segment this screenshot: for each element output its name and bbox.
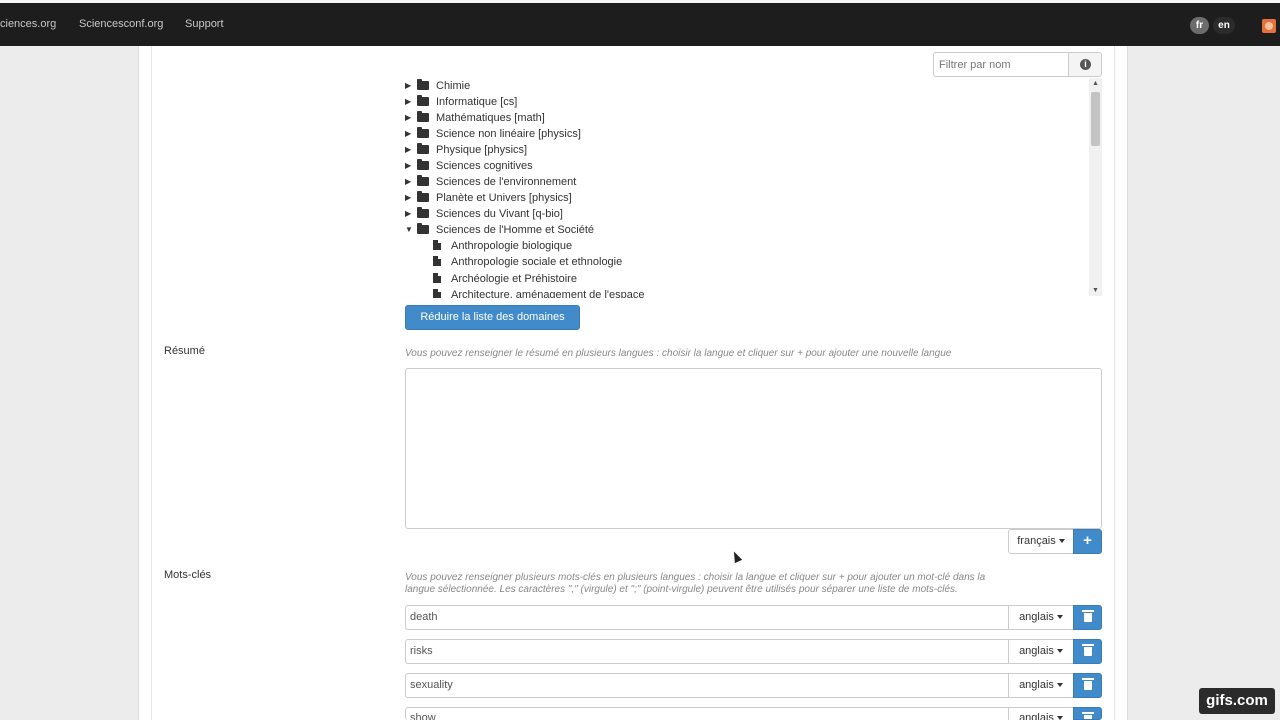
caret-right-icon[interactable]: ▶: [405, 158, 413, 174]
info-circle-icon: i: [1080, 59, 1091, 70]
scroll-down-icon[interactable]: ▼: [1092, 287, 1099, 294]
keyword-input[interactable]: death: [405, 605, 1009, 630]
tree-item-label: Planète et Univers [physics]: [436, 192, 572, 204]
caret-right-icon[interactable]: ▶: [405, 174, 413, 190]
delete-keyword-button[interactable]: [1073, 639, 1102, 664]
trash-icon: [1082, 678, 1094, 690]
trash-icon: [1082, 610, 1094, 622]
caret-down-icon: [1056, 615, 1063, 620]
caret-right-icon[interactable]: ▶: [405, 94, 413, 110]
tree-item-label: Anthropologie sociale et ethnologie: [451, 256, 623, 268]
caret-down-icon: [1056, 716, 1063, 720]
caret-right-icon[interactable]: ▶: [405, 110, 413, 126]
folder-open-icon: [417, 223, 429, 234]
caret-right-icon[interactable]: ▶: [405, 78, 413, 94]
panel-border-left: [151, 46, 152, 720]
keywords-help-line1: Vous pouvez renseigner plusieurs mots-cl…: [405, 572, 986, 583]
keyword-language-value: anglais: [1019, 712, 1054, 720]
caret-right-icon[interactable]: ▶: [405, 142, 413, 158]
file-icon: [433, 289, 441, 298]
resume-language-value: français: [1017, 535, 1056, 547]
file-icon: [433, 273, 441, 283]
caret-down-icon[interactable]: ▼: [405, 222, 413, 238]
folder-icon: [417, 143, 429, 154]
resume-label: Résumé: [164, 345, 205, 357]
tree-scrollbar[interactable]: ▲ ▼: [1089, 78, 1102, 296]
keyword-input[interactable]: sexuality: [405, 673, 1009, 698]
tree-item-label: Science non linéaire [physics]: [436, 128, 581, 140]
caret-right-icon[interactable]: ▶: [405, 190, 413, 206]
tree-item-label: Sciences du Vivant [q-bio]: [436, 208, 563, 220]
scroll-up-icon[interactable]: ▲: [1092, 80, 1099, 87]
panel-border-right: [1114, 46, 1115, 720]
tree-item-label: Physique [physics]: [436, 144, 528, 156]
caret-down-icon: [1058, 539, 1065, 544]
tree-item-label: Mathématiques [math]: [436, 112, 545, 124]
resume-help-text: Vous pouvez renseigner le résumé en plus…: [405, 348, 952, 359]
resume-textarea[interactable]: [405, 368, 1102, 529]
keyword-language-dropdown[interactable]: anglais: [1008, 707, 1074, 720]
nav-link-sciencesconf[interactable]: Sciencesconf.org: [79, 18, 163, 30]
folder-icon: [417, 127, 429, 138]
domain-tree: ▶ Chimie ▶ Informatique [cs] ▶ Mathémati…: [405, 78, 1089, 298]
file-icon: [433, 240, 441, 250]
folder-icon: [417, 79, 429, 90]
tree-item-label: Sciences de l'Homme et Société: [436, 224, 595, 236]
scroll-thumb[interactable]: [1091, 92, 1100, 146]
tree-item-label: Chimie: [436, 80, 471, 92]
top-navbar: ciences.org Sciencesconf.org Support fr …: [0, 0, 1280, 46]
keywords-help-line2: langue sélectionnée. Les caractères "," …: [405, 584, 958, 595]
folder-icon: [417, 175, 429, 186]
tree-item-label: Sciences cognitives: [436, 160, 533, 172]
tree-item-label: Architecture, aménagement de l'espace: [451, 289, 645, 298]
keyword-language-dropdown[interactable]: anglais: [1008, 673, 1074, 698]
lang-en-button[interactable]: en: [1213, 17, 1235, 34]
keyword-input[interactable]: show: [405, 707, 1009, 720]
keyword-language-dropdown[interactable]: anglais: [1008, 639, 1074, 664]
gifs-watermark: gifs.com: [1199, 688, 1275, 714]
nav-link-support[interactable]: Support: [185, 18, 224, 30]
delete-keyword-button[interactable]: [1073, 605, 1102, 630]
resume-language-dropdown[interactable]: français: [1008, 529, 1074, 554]
caret-right-icon[interactable]: ▶: [405, 126, 413, 142]
nav-link-sciences[interactable]: ciences.org: [0, 18, 56, 30]
lang-fr-button[interactable]: fr: [1190, 17, 1209, 34]
trash-icon: [1082, 712, 1094, 719]
tree-item-label: Archéologie et Préhistoire: [451, 273, 577, 285]
tree-item-label: Anthropologie biologique: [451, 240, 573, 252]
keyword-input[interactable]: risks: [405, 639, 1009, 664]
tree-item-label: Sciences de l'environnement: [436, 176, 577, 188]
keyword-language-value: anglais: [1019, 679, 1054, 691]
keyword-language-value: anglais: [1019, 611, 1054, 623]
keywords-label: Mots-clés: [164, 569, 212, 581]
delete-keyword-button[interactable]: [1073, 707, 1102, 720]
folder-icon: [417, 111, 429, 122]
tree-item-label: Informatique [cs]: [436, 96, 518, 108]
caret-down-icon: [1056, 683, 1063, 688]
reduce-domains-button[interactable]: Réduire la liste des domaines: [405, 305, 580, 330]
add-language-button[interactable]: +: [1073, 529, 1102, 554]
caret-right-icon[interactable]: ▶: [405, 206, 413, 222]
folder-icon: [417, 159, 429, 170]
folder-icon: [417, 95, 429, 106]
folder-icon: [417, 207, 429, 218]
keyword-language-value: anglais: [1019, 645, 1054, 657]
file-icon: [433, 256, 441, 266]
filter-input[interactable]: [933, 52, 1069, 77]
hal-logo-icon[interactable]: [1262, 19, 1276, 33]
keyword-language-dropdown[interactable]: anglais: [1008, 605, 1074, 630]
caret-down-icon: [1056, 649, 1063, 654]
filter-info-button[interactable]: i: [1068, 52, 1102, 77]
trash-icon: [1082, 644, 1094, 656]
folder-icon: [417, 191, 429, 202]
delete-keyword-button[interactable]: [1073, 673, 1102, 698]
